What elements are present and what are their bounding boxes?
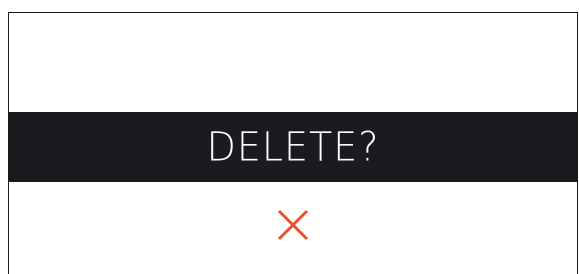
cancel-button[interactable] (273, 205, 313, 245)
delete-dialog: DELETE? (8, 12, 578, 274)
prompt-banner: DELETE? (9, 112, 577, 182)
close-icon (277, 209, 309, 241)
delete-prompt-text: DELETE? (206, 123, 380, 171)
